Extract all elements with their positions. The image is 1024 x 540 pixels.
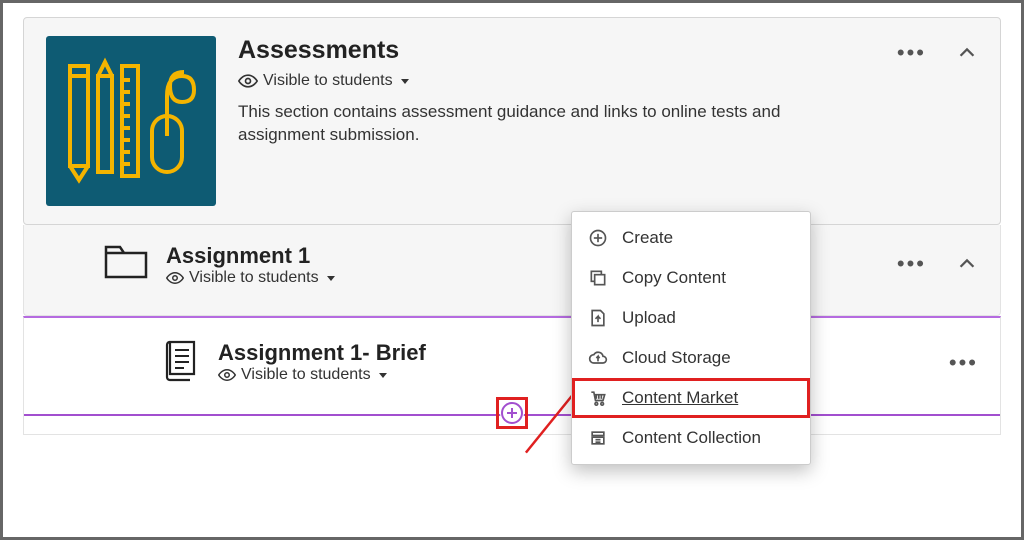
folder-title[interactable]: Assignment 1 <box>166 243 342 269</box>
visibility-label: Visible to students <box>189 269 319 287</box>
menu-item-upload[interactable]: Upload <box>572 298 810 338</box>
menu-label: Cloud Storage <box>622 348 731 368</box>
upload-icon <box>588 308 608 328</box>
menu-item-create[interactable]: Create <box>572 218 810 258</box>
more-options-button[interactable]: ••• <box>897 40 926 66</box>
module-title[interactable]: Assessments <box>238 36 978 65</box>
visibility-toggle[interactable]: Visible to students <box>238 71 978 91</box>
item-actions: ••• <box>949 350 978 376</box>
menu-item-copy-content[interactable]: Copy Content <box>572 258 810 298</box>
visibility-toggle[interactable]: Visible to students <box>166 269 342 287</box>
menu-item-cloud-storage[interactable]: Cloud Storage <box>572 338 810 378</box>
menu-label: Content Collection <box>622 428 761 448</box>
add-content-menu: Create Copy Content Upload Cloud Storage… <box>571 211 811 465</box>
more-options-button[interactable]: ••• <box>897 251 926 277</box>
menu-item-content-collection[interactable]: Content Collection <box>572 418 810 458</box>
eye-icon <box>166 269 184 287</box>
module-assessments: Assessments Visible to students This sec… <box>23 17 1001 225</box>
item-assignment-1-brief: Assignment 1- Brief Visible to students … <box>23 316 1001 435</box>
stationery-icon <box>56 46 206 196</box>
module-actions: ••• <box>897 40 978 66</box>
eye-icon <box>238 71 258 91</box>
module-description: This section contains assessment guidanc… <box>238 101 838 147</box>
visibility-label: Visible to students <box>263 72 393 90</box>
folder-icon <box>104 243 148 286</box>
cart-icon <box>588 388 608 408</box>
menu-label: Upload <box>622 308 676 328</box>
menu-item-content-market[interactable]: Content Market <box>572 378 810 418</box>
menu-label: Copy Content <box>622 268 726 288</box>
caret-down-icon <box>399 75 411 87</box>
cloud-icon <box>588 348 608 368</box>
eye-icon <box>218 366 236 384</box>
caret-down-icon <box>325 272 337 284</box>
collapse-button[interactable] <box>956 42 978 64</box>
course-content-panel: Assessments Visible to students This sec… <box>0 0 1024 540</box>
collection-icon <box>588 428 608 448</box>
module-thumbnail <box>46 36 216 206</box>
plus-circle-icon <box>588 228 608 248</box>
visibility-toggle[interactable]: Visible to students <box>218 366 426 384</box>
item-title[interactable]: Assignment 1- Brief <box>218 340 426 366</box>
folder-actions: ••• <box>897 251 978 277</box>
visibility-label: Visible to students <box>241 366 371 384</box>
folder-assignment-1: Assignment 1 Visible to students ••• <box>23 225 1001 316</box>
module-body: Assessments Visible to students This sec… <box>238 36 978 206</box>
collapse-button[interactable] <box>956 253 978 275</box>
menu-label: Create <box>622 228 673 248</box>
annotation-highlight <box>496 397 528 429</box>
document-icon <box>164 340 200 394</box>
more-options-button[interactable]: ••• <box>949 350 978 376</box>
menu-label: Content Market <box>622 388 738 408</box>
caret-down-icon <box>377 369 389 381</box>
copy-icon <box>588 268 608 288</box>
